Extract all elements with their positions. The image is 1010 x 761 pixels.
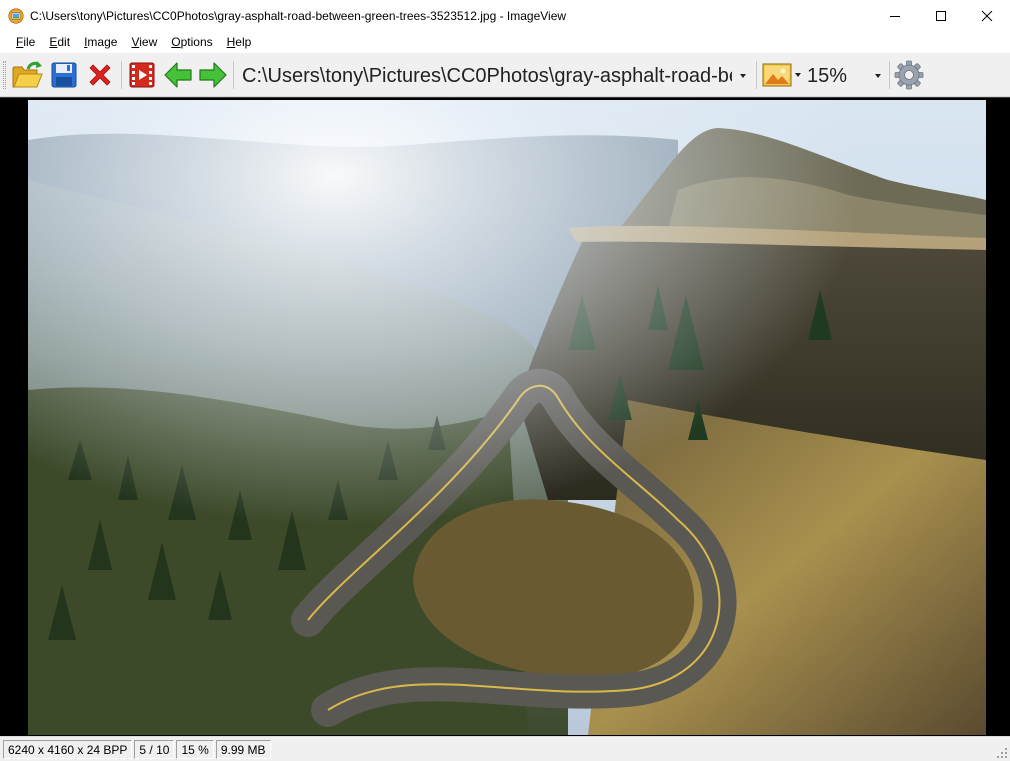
open-folder-icon xyxy=(12,61,43,88)
minimize-icon xyxy=(890,15,900,17)
open-button[interactable] xyxy=(10,59,44,91)
save-disk-icon xyxy=(51,62,77,88)
zoom-value: 15% xyxy=(807,64,848,87)
slideshow-film-icon xyxy=(129,62,155,88)
next-button[interactable] xyxy=(197,59,229,91)
image-type-button[interactable] xyxy=(760,59,802,91)
image-type-icon xyxy=(762,63,791,87)
previous-arrow-icon xyxy=(164,62,192,88)
status-bar: 6240 x 4160 x 24 BPP 5 / 10 15 % 9.99 MB xyxy=(0,736,1010,761)
maximize-button[interactable] xyxy=(918,0,964,31)
status-file-size: 9.99 MB xyxy=(215,739,271,759)
toolbar-separator xyxy=(233,61,234,89)
toolbar-separator xyxy=(889,61,890,89)
settings-gear-icon xyxy=(894,60,924,90)
menu-options[interactable]: Options xyxy=(164,32,219,52)
zoom-combobox[interactable]: 15% xyxy=(805,61,887,91)
status-file-position: 5 / 10 xyxy=(134,739,175,759)
menu-view[interactable]: View xyxy=(124,32,164,52)
image-viewport[interactable] xyxy=(0,97,1010,736)
landscape-photo xyxy=(28,100,986,735)
chevron-down-icon[interactable] xyxy=(875,74,881,78)
toolbar-separator xyxy=(121,61,122,89)
chevron-down-icon[interactable] xyxy=(740,74,746,78)
resize-grip-icon[interactable] xyxy=(996,747,1008,759)
toolbar: C:\Users\tony\Pictures\CC0Photos\gray-as… xyxy=(0,53,1010,97)
minimize-button[interactable] xyxy=(872,0,918,31)
toolbar-separator xyxy=(756,61,757,89)
previous-button[interactable] xyxy=(162,59,194,91)
settings-button[interactable] xyxy=(892,59,926,91)
menu-file[interactable]: File xyxy=(9,32,42,52)
delete-button[interactable] xyxy=(84,59,116,91)
file-path-value: C:\Users\tony\Pictures\CC0Photos\gray-as… xyxy=(242,64,732,87)
file-path-combobox[interactable]: C:\Users\tony\Pictures\CC0Photos\gray-as… xyxy=(236,61,754,91)
delete-x-icon xyxy=(89,64,111,86)
imageview-app-icon xyxy=(8,7,24,24)
status-image-dimensions: 6240 x 4160 x 24 BPP xyxy=(3,739,133,759)
menu-image[interactable]: Image xyxy=(77,32,124,52)
title-bar: C:\Users\tony\Pictures\CC0Photos\gray-as… xyxy=(0,0,1010,31)
next-arrow-icon xyxy=(199,62,227,88)
menu-bar: File Edit Image View Options Help xyxy=(0,31,1010,53)
window-title: C:\Users\tony\Pictures\CC0Photos\gray-as… xyxy=(30,8,567,23)
close-button[interactable] xyxy=(964,0,1010,31)
slideshow-button[interactable] xyxy=(126,59,158,91)
save-button[interactable] xyxy=(47,59,81,91)
window-controls xyxy=(872,0,1010,31)
toolbar-grip[interactable] xyxy=(3,61,6,89)
chevron-down-icon xyxy=(794,73,801,77)
close-icon xyxy=(981,10,993,21)
maximize-icon xyxy=(936,10,946,21)
menu-edit[interactable]: Edit xyxy=(42,32,77,52)
status-zoom: 15 % xyxy=(176,739,214,759)
menu-help[interactable]: Help xyxy=(220,32,259,52)
